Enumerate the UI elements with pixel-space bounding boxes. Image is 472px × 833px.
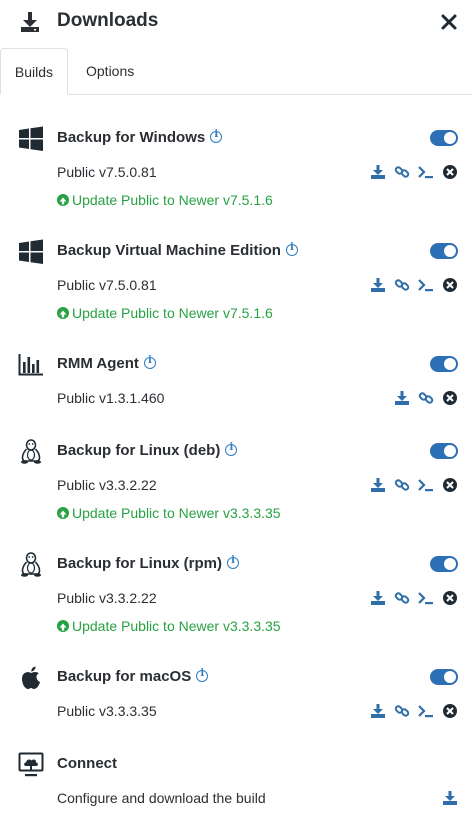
build-version: Public v7.5.0.81 [57, 164, 157, 180]
remove-icon[interactable] [442, 590, 458, 606]
link-icon[interactable] [394, 164, 410, 180]
panel-header: Downloads [0, 0, 472, 48]
build-toggle[interactable] [430, 130, 458, 146]
terminal-icon[interactable] [418, 477, 434, 493]
build-name: Backup for macOS [57, 668, 209, 685]
link-icon[interactable] [394, 590, 410, 606]
remove-icon[interactable] [442, 703, 458, 719]
update-text: Update Public to Newer v3.3.3.35 [72, 505, 281, 521]
info-icon[interactable] [225, 442, 238, 457]
arrow-up-circle-icon [57, 507, 69, 520]
build-version: Public v3.3.3.35 [57, 703, 157, 719]
build-actions [394, 390, 458, 406]
update-text: Update Public to Newer v3.3.3.35 [72, 618, 281, 634]
linux-tux-icon [21, 552, 41, 577]
download-icon[interactable] [394, 390, 410, 406]
remove-icon[interactable] [442, 390, 458, 406]
terminal-icon[interactable] [418, 703, 434, 719]
download-icon[interactable] [370, 164, 386, 180]
monitor-cloud-icon [18, 752, 44, 777]
download-icon [21, 12, 39, 32]
build-actions [370, 164, 458, 180]
build-version: Public v3.3.2.22 [57, 477, 157, 493]
connect-description: Configure and download the build [57, 790, 266, 806]
build-name: Backup for Windows [57, 129, 223, 146]
download-icon[interactable] [442, 790, 458, 806]
build-toggle[interactable] [430, 356, 458, 372]
build-actions [370, 703, 458, 719]
update-text: Update Public to Newer v7.5.1.6 [72, 305, 273, 321]
info-icon[interactable] [143, 355, 156, 370]
link-icon[interactable] [394, 277, 410, 293]
terminal-icon[interactable] [418, 277, 434, 293]
build-name-label: Backup Virtual Machine Edition [57, 242, 281, 259]
close-icon[interactable] [440, 13, 458, 31]
build-toggle[interactable] [430, 556, 458, 572]
build-toggle[interactable] [430, 243, 458, 259]
panel-title: Downloads [57, 10, 159, 31]
update-text: Update Public to Newer v7.5.1.6 [72, 192, 273, 208]
build-actions [370, 277, 458, 293]
build-name: Backup for Linux (rpm) [57, 555, 240, 572]
update-link[interactable]: Update Public to Newer v3.3.3.35 [57, 618, 281, 634]
arrow-up-circle-icon [57, 194, 69, 207]
terminal-icon[interactable] [418, 164, 434, 180]
info-icon[interactable] [285, 242, 298, 257]
link-icon[interactable] [418, 390, 434, 406]
terminal-icon[interactable] [418, 590, 434, 606]
link-icon[interactable] [394, 703, 410, 719]
build-name: Backup for Linux (deb) [57, 442, 238, 459]
download-icon[interactable] [370, 590, 386, 606]
build-name-label: Backup for Windows [57, 129, 206, 146]
build-toggle[interactable] [430, 669, 458, 685]
build-name: Backup Virtual Machine Edition [57, 242, 298, 259]
build-name: Connect [57, 755, 117, 772]
build-actions [442, 790, 458, 806]
arrow-up-circle-icon [57, 620, 69, 633]
info-icon[interactable] [227, 555, 240, 570]
apple-icon [22, 666, 40, 689]
tab-builds[interactable]: Builds [0, 48, 68, 95]
update-link[interactable]: Update Public to Newer v3.3.3.35 [57, 505, 281, 521]
tab-options[interactable]: Options [86, 48, 134, 94]
build-name-label: RMM Agent [57, 355, 139, 372]
update-link[interactable]: Update Public to Newer v7.5.1.6 [57, 192, 273, 208]
arrow-up-circle-icon [57, 307, 69, 320]
download-icon[interactable] [370, 703, 386, 719]
build-name-label: Backup for Linux (rpm) [57, 555, 223, 572]
remove-icon[interactable] [442, 477, 458, 493]
build-name: RMM Agent [57, 355, 156, 372]
build-actions [370, 590, 458, 606]
linux-tux-icon [21, 439, 41, 464]
build-version: Public v7.5.0.81 [57, 277, 157, 293]
build-version: Public v3.3.2.22 [57, 590, 157, 606]
remove-icon[interactable] [442, 164, 458, 180]
info-icon[interactable] [210, 129, 223, 144]
download-icon[interactable] [370, 477, 386, 493]
download-icon[interactable] [370, 277, 386, 293]
build-version: Public v1.3.1.460 [57, 390, 165, 406]
windows-icon [19, 239, 43, 264]
tab-bar: Builds Options [0, 48, 472, 95]
build-actions [370, 477, 458, 493]
link-icon[interactable] [394, 477, 410, 493]
update-link[interactable]: Update Public to Newer v7.5.1.6 [57, 305, 273, 321]
build-name-label: Backup for Linux (deb) [57, 442, 221, 459]
info-icon[interactable] [196, 668, 209, 683]
build-toggle[interactable] [430, 443, 458, 459]
bar-chart-icon [18, 354, 43, 376]
windows-icon [19, 126, 43, 151]
remove-icon[interactable] [442, 277, 458, 293]
build-name-label: Backup for macOS [57, 668, 192, 685]
